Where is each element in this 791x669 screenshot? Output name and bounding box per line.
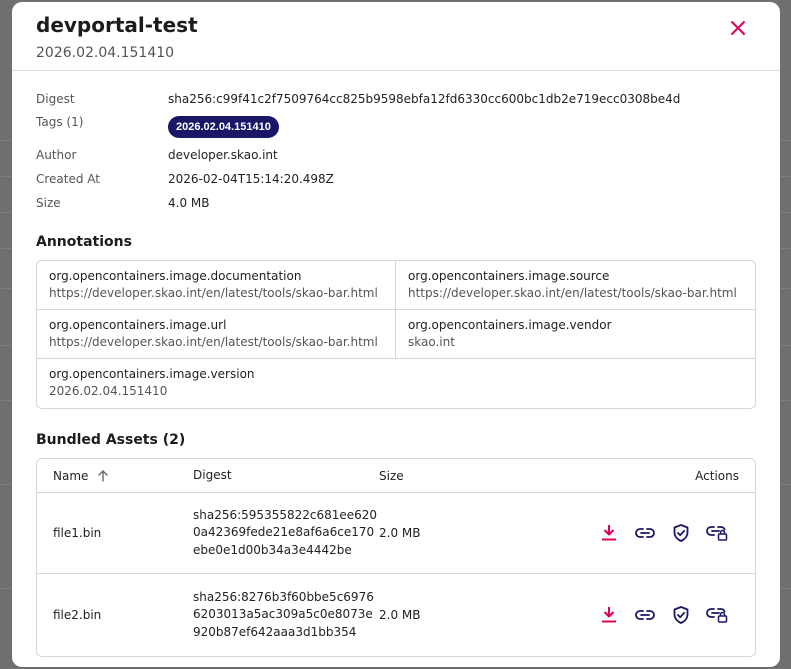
secure-link-button[interactable] <box>705 521 729 545</box>
annotations-title: Annotations <box>36 234 132 250</box>
meta-digest-row: Digest sha256:c99f41c2f7509764cc825b9598… <box>36 87 756 111</box>
link-icon <box>635 528 655 538</box>
annotation-value: https://developer.skao.int/en/latest/too… <box>49 286 378 300</box>
copy-link-button[interactable] <box>633 603 657 627</box>
shield-check-icon <box>673 606 689 624</box>
shield-check-icon <box>673 524 689 542</box>
table-row: file1.bin sha256:595355822c681ee6200a423… <box>37 493 755 574</box>
verify-button[interactable] <box>669 603 693 627</box>
dialog-header: devportal-test 2026.02.04.151410 <box>12 2 780 71</box>
annotations-table: org.opencontainers.image.documentation h… <box>36 260 756 409</box>
annotation-value: skao.int <box>408 335 455 349</box>
annotation-value: https://developer.skao.int/en/latest/too… <box>408 286 737 300</box>
size-column-header: Size <box>379 468 404 483</box>
asset-size: 2.0 MB <box>379 526 421 540</box>
annotation-key: org.opencontainers.image.vendor <box>408 318 612 332</box>
name-column-header[interactable]: Name <box>37 469 193 483</box>
asset-size: 2.0 MB <box>379 608 421 622</box>
annotation-item: org.opencontainers.image.url https://dev… <box>37 310 396 359</box>
table-header: Name Digest Size Actions <box>37 459 755 493</box>
link-lock-icon <box>706 608 728 623</box>
annotation-value: 2026.02.04.151410 <box>49 384 168 398</box>
asset-name: file1.bin <box>53 526 102 540</box>
close-button[interactable] <box>730 20 746 36</box>
author-value: developer.skao.int <box>168 148 278 162</box>
verify-button[interactable] <box>669 521 693 545</box>
tag-chip[interactable]: 2026.02.04.151410 <box>168 116 279 138</box>
image-details-dialog: devportal-test 2026.02.04.151410 Digest … <box>12 2 780 667</box>
digest-column-header: Digest <box>193 467 232 482</box>
link-lock-icon <box>706 526 728 541</box>
annotation-key: org.opencontainers.image.version <box>49 367 255 381</box>
asset-name: file2.bin <box>53 608 102 622</box>
bundled-assets-title: Bundled Assets (2) <box>36 432 186 448</box>
close-icon <box>731 21 745 35</box>
tags-label: Tags (1) <box>36 115 84 129</box>
created-label: Created At <box>36 172 101 186</box>
download-button[interactable] <box>597 603 621 627</box>
annotation-value: https://developer.skao.int/en/latest/too… <box>49 335 378 349</box>
created-value: 2026-02-04T15:14:20.498Z <box>168 172 334 186</box>
meta-created-row: Created At 2026-02-04T15:14:20.498Z <box>36 167 756 191</box>
digest-value: sha256:c99f41c2f7509764cc825b9598ebfa12f… <box>168 92 681 106</box>
secure-link-button[interactable] <box>705 603 729 627</box>
annotation-item: org.opencontainers.image.source https://… <box>396 261 755 310</box>
annotation-item: org.opencontainers.image.vendor skao.int <box>396 310 755 359</box>
size-value: 4.0 MB <box>168 196 210 210</box>
bundled-assets-table: Name Digest Size Actions file1.bin sha25… <box>36 458 756 657</box>
actions-column-header: Actions <box>695 468 739 483</box>
annotation-item: org.opencontainers.image.documentation h… <box>37 261 396 310</box>
digest-label: Digest <box>36 92 75 106</box>
size-label: Size <box>36 196 61 210</box>
dialog-subtitle: 2026.02.04.151410 <box>36 45 175 61</box>
annotation-key: org.opencontainers.image.source <box>408 269 610 283</box>
meta-size-row: Size 4.0 MB <box>36 191 756 215</box>
asset-digest: sha256:8276b3f60bbe5c69766203013a5ac309a… <box>193 589 374 639</box>
link-icon <box>635 610 655 620</box>
download-icon <box>602 525 616 541</box>
download-icon <box>602 607 616 623</box>
sort-ascending-icon <box>98 469 109 482</box>
meta-tags-row: Tags (1) 2026.02.04.151410 <box>36 111 756 143</box>
copy-link-button[interactable] <box>633 521 657 545</box>
author-label: Author <box>36 148 77 162</box>
meta-author-row: Author developer.skao.int <box>36 143 756 167</box>
annotation-key: org.opencontainers.image.documentation <box>49 269 302 283</box>
name-header-label: Name <box>53 468 89 483</box>
annotation-key: org.opencontainers.image.url <box>49 318 227 332</box>
asset-digest: sha256:595355822c681ee6200a42369fede21e8… <box>193 507 378 557</box>
annotation-item: org.opencontainers.image.version 2026.02… <box>37 359 396 408</box>
table-row: file2.bin sha256:8276b3f60bbe5c697662030… <box>37 574 755 656</box>
download-button[interactable] <box>597 521 621 545</box>
dialog-title: devportal-test <box>36 13 198 37</box>
